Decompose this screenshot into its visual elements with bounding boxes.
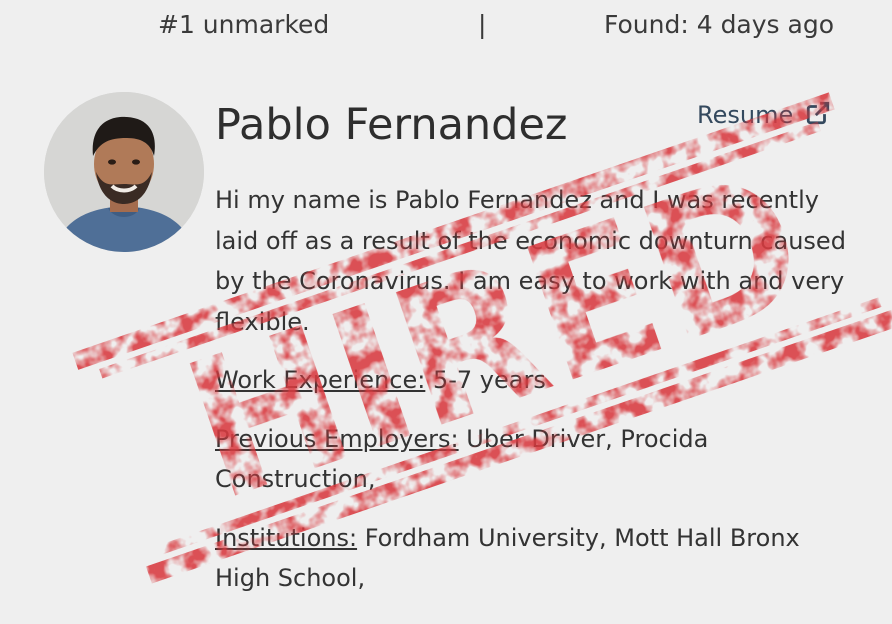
- resume-link[interactable]: Resume: [697, 100, 831, 129]
- profile-photo: [44, 92, 204, 252]
- candidate-bio: Hi my name is Pablo Fernandez and I was …: [215, 186, 846, 336]
- work-experience-label: Work Experience:: [215, 366, 426, 394]
- previous-employers: Previous Employers: Uber Driver, Procida…: [215, 419, 855, 500]
- candidate-details: Hi my name is Pablo Fernandez and I was …: [215, 180, 855, 617]
- institutions: Institutions: Fordham University, Mott H…: [215, 518, 855, 599]
- resume-link-label: Resume: [697, 101, 794, 129]
- work-experience: Work Experience: 5-7 years: [215, 360, 855, 401]
- previous-employers-label: Previous Employers:: [215, 424, 459, 453]
- avatar: [44, 92, 204, 252]
- work-experience-value: 5-7 years: [432, 366, 546, 394]
- found-date: Found: 4 days ago: [604, 10, 835, 39]
- candidate-header: #1 unmarked | Found: 4 days ago: [0, 0, 892, 52]
- header-separator: |: [478, 10, 487, 39]
- rank-label: #1 unmarked: [158, 10, 330, 39]
- institutions-label: Institutions:: [215, 523, 358, 552]
- external-link-icon: [806, 101, 830, 125]
- candidate-name: Pablo Fernandez: [215, 100, 568, 150]
